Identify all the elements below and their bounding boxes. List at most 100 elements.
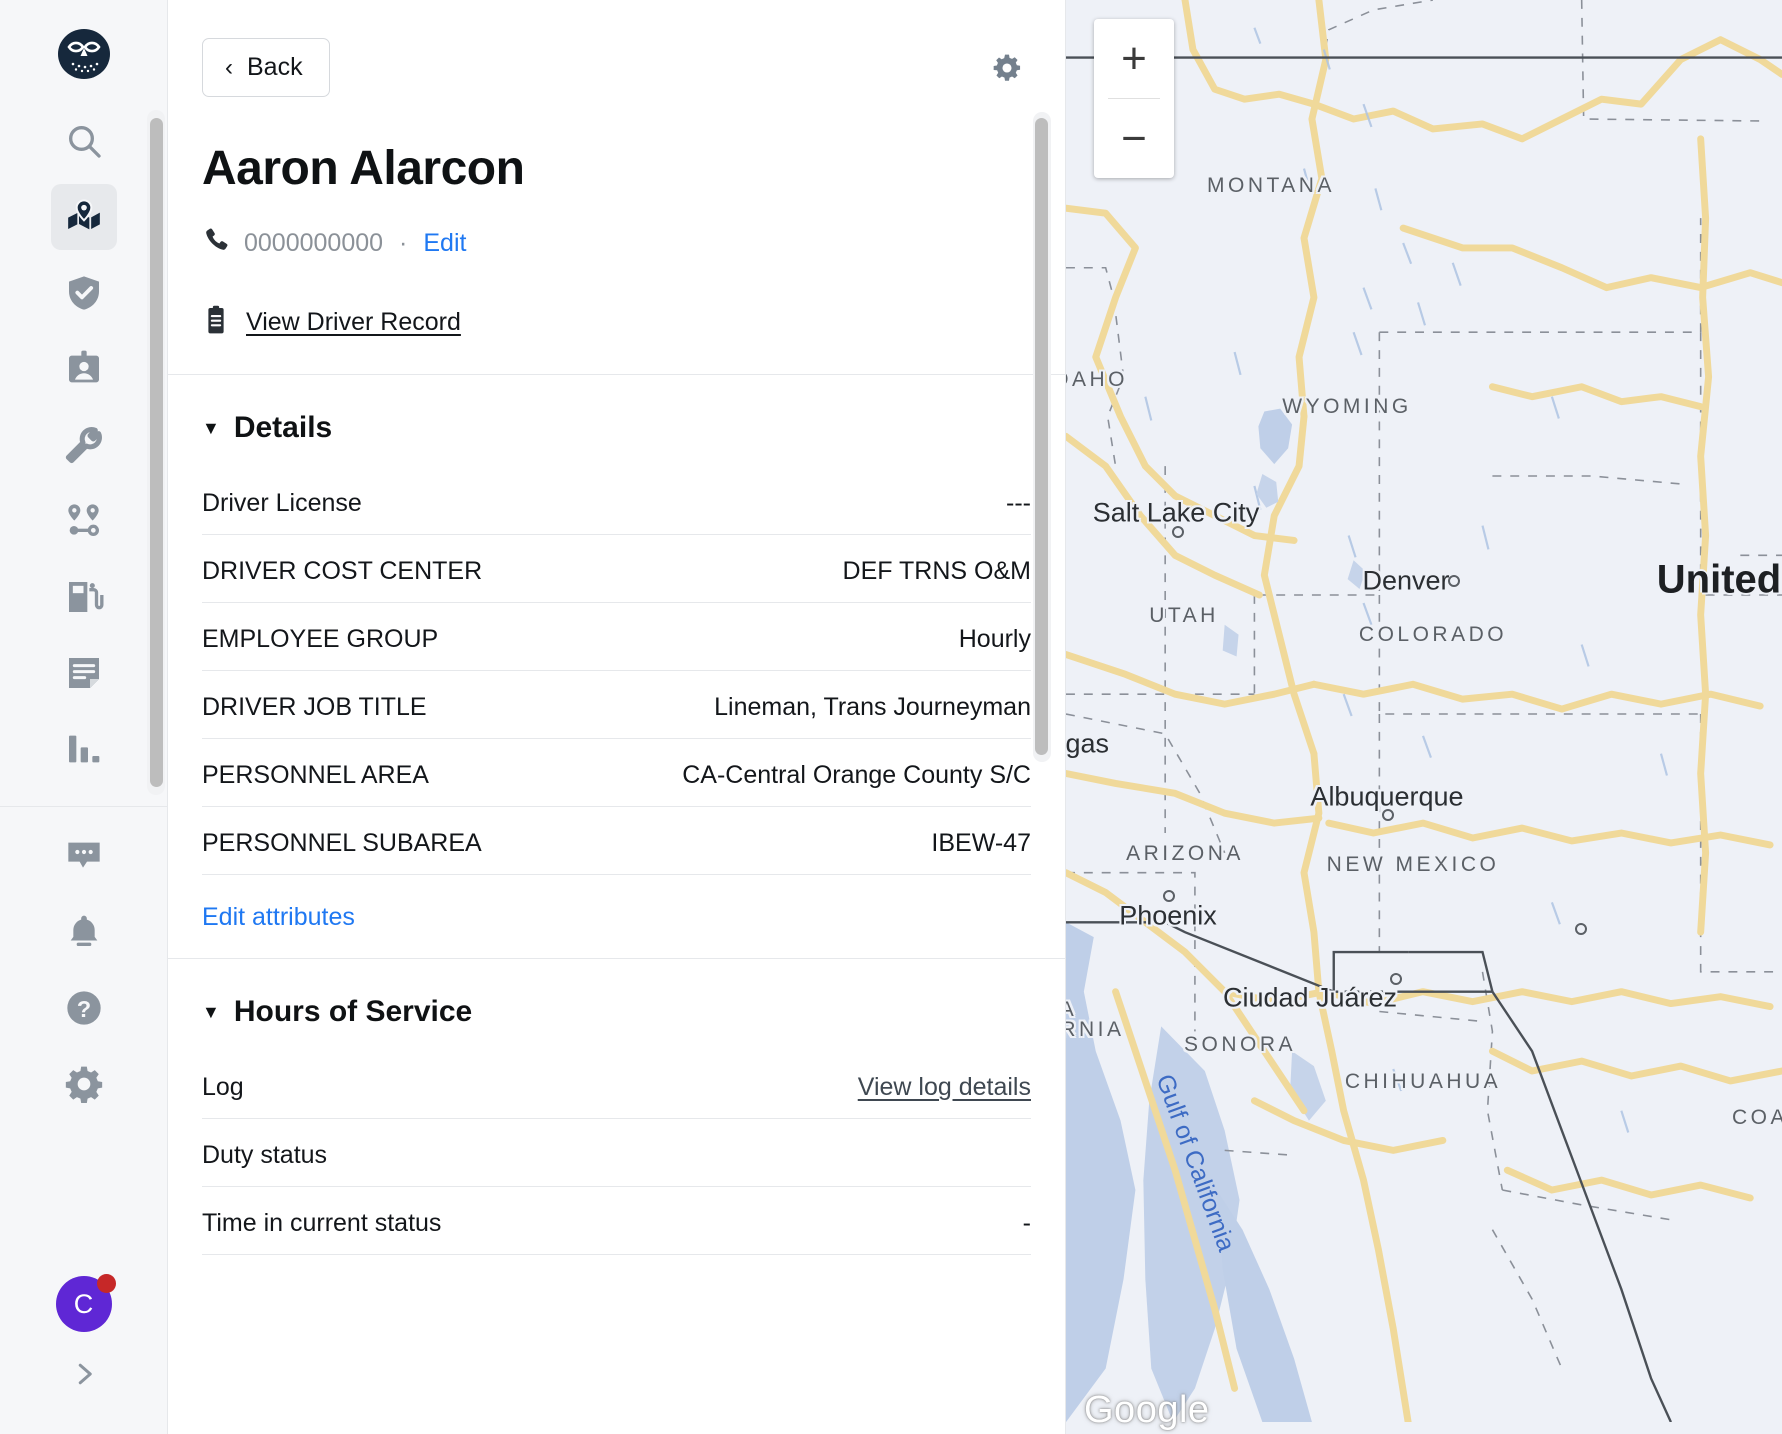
wrench-icon <box>64 425 104 465</box>
row-label: DRIVER JOB TITLE <box>202 693 427 722</box>
table-row: Time in current status - <box>202 1209 1031 1255</box>
sidebar-item-routes[interactable] <box>51 488 117 554</box>
row-value: - <box>1023 1209 1031 1238</box>
sidebar-item-search[interactable] <box>51 108 117 174</box>
sidebar-item-maintenance[interactable] <box>51 412 117 478</box>
view-driver-record-link[interactable]: View Driver Record <box>246 308 461 337</box>
table-row: PERSONNEL AREA CA-Central Orange County … <box>202 761 1031 807</box>
gear-icon <box>64 1064 104 1104</box>
search-icon <box>64 121 104 161</box>
map-city-dot <box>1382 809 1394 821</box>
back-button[interactable]: ‹ Back <box>202 38 330 97</box>
document-icon <box>64 653 104 693</box>
avatar[interactable]: C <box>56 1276 112 1332</box>
gear-icon <box>991 72 1023 87</box>
panel-scrollbar-thumb[interactable] <box>1035 118 1048 755</box>
row-value: --- <box>1006 489 1031 518</box>
map-view[interactable]: + − MONTANAIDAHOWYOMINGSalt Lake CityNEV… <box>1066 0 1782 1434</box>
rail-secondary-group: ? <box>0 823 167 1127</box>
table-row: Log View log details <box>202 1073 1031 1119</box>
svg-text:?: ? <box>76 996 90 1022</box>
bell-icon <box>64 912 104 952</box>
row-label: Log <box>202 1073 244 1102</box>
sidebar-item-drivers[interactable] <box>51 336 117 402</box>
avatar-notification-badge <box>97 1274 116 1293</box>
sidebar-item-settings[interactable] <box>51 1051 117 1117</box>
table-row: DRIVER COST CENTER DEF TRNS O&M <box>202 557 1031 603</box>
driver-record-row: View Driver Record <box>202 305 1031 340</box>
map-canvas <box>1066 0 1782 1422</box>
hours-of-service-header[interactable]: ▼ Hours of Service <box>202 995 1031 1029</box>
caret-down-icon: ▼ <box>202 419 220 437</box>
row-label: DRIVER COST CENTER <box>202 557 482 586</box>
map-city-dot <box>1390 973 1402 985</box>
sidebar-item-help[interactable]: ? <box>51 975 117 1041</box>
details-rows: Driver License --- DRIVER COST CENTER DE… <box>202 489 1031 875</box>
hours-of-service-title: Hours of Service <box>234 995 472 1029</box>
rail-divider <box>0 806 167 807</box>
details-section-header[interactable]: ▼ Details <box>202 411 1031 445</box>
question-circle-icon: ? <box>64 988 104 1028</box>
minus-icon: − <box>1121 117 1147 161</box>
hours-of-service-section: ▼ Hours of Service Log View log details … <box>168 959 1065 1303</box>
table-row: Duty status <box>202 1141 1031 1187</box>
map-city-dot <box>1575 923 1587 935</box>
phone-row: 0000000000 · Edit <box>202 226 1031 261</box>
map-city-dot <box>1163 890 1175 902</box>
expand-sidebar-button[interactable] <box>51 1346 117 1406</box>
row-value: CA-Central Orange County S/C <box>682 761 1031 790</box>
sidebar-item-documents[interactable] <box>51 640 117 706</box>
panel-settings-button[interactable] <box>983 44 1031 95</box>
table-row: EMPLOYEE GROUP Hourly <box>202 625 1031 671</box>
row-label: EMPLOYEE GROUP <box>202 625 438 654</box>
zoom-in-button[interactable]: + <box>1094 19 1174 98</box>
fuel-pump-icon <box>64 577 104 617</box>
map-pin-icon <box>64 197 104 237</box>
phone-number: 0000000000 <box>244 229 383 258</box>
map-city-dot <box>1172 526 1184 538</box>
owl-logo[interactable] <box>54 24 114 84</box>
table-row: DRIVER JOB TITLE Lineman, Trans Journeym… <box>202 693 1031 739</box>
rail-primary-group <box>0 108 167 792</box>
map-zoom-control: + − <box>1094 19 1174 178</box>
clipboard-icon <box>202 305 230 340</box>
chevron-right-icon <box>69 1359 99 1394</box>
left-nav-rail: ? C <box>0 0 168 1434</box>
sidebar-item-map[interactable] <box>51 184 117 250</box>
phone-icon <box>202 226 230 261</box>
row-label: Driver License <box>202 489 362 518</box>
details-section-title: Details <box>234 411 332 445</box>
sidebar-item-reports[interactable] <box>51 716 117 782</box>
chat-bubble-icon <box>64 836 104 876</box>
hours-of-service-rows: Log View log details Duty status Time in… <box>202 1073 1031 1255</box>
sidebar-item-fuel[interactable] <box>51 564 117 630</box>
row-label: PERSONNEL AREA <box>202 761 429 790</box>
route-pins-icon <box>64 501 104 541</box>
driver-detail-panel: ‹ Back Aaron Alarcon <box>168 0 1066 1434</box>
page-title: Aaron Alarcon <box>202 141 1031 196</box>
shield-check-icon <box>64 273 104 313</box>
sidebar-item-alerts[interactable] <box>51 899 117 965</box>
plus-icon: + <box>1121 37 1147 81</box>
view-log-details-link[interactable]: View log details <box>858 1073 1031 1102</box>
back-button-label: Back <box>247 53 303 82</box>
row-label: PERSONNEL SUBAREA <box>202 829 482 858</box>
sidebar-item-safety[interactable] <box>51 260 117 326</box>
row-value: Lineman, Trans Journeyman <box>714 693 1031 722</box>
zoom-out-button[interactable]: − <box>1094 99 1174 178</box>
edit-attributes-link[interactable]: Edit attributes <box>202 903 355 932</box>
caret-down-icon: ▼ <box>202 1003 220 1021</box>
row-value: Hourly <box>959 625 1031 654</box>
google-attribution: Google <box>1084 1389 1210 1432</box>
details-section: ▼ Details Driver License --- DRIVER COST… <box>168 375 1065 958</box>
bar-chart-icon <box>64 729 104 769</box>
table-row: PERSONNEL SUBAREA IBEW-47 <box>202 829 1031 875</box>
sidebar-item-messages[interactable] <box>51 823 117 889</box>
panel-header: ‹ Back Aaron Alarcon <box>168 0 1065 340</box>
table-row: Driver License --- <box>202 489 1031 535</box>
edit-phone-link[interactable]: Edit <box>423 229 466 258</box>
rail-scrollbar-thumb[interactable] <box>150 118 163 787</box>
row-value: IBEW-47 <box>931 829 1031 858</box>
id-badge-icon <box>64 349 104 389</box>
row-value: DEF TRNS O&M <box>843 557 1031 586</box>
